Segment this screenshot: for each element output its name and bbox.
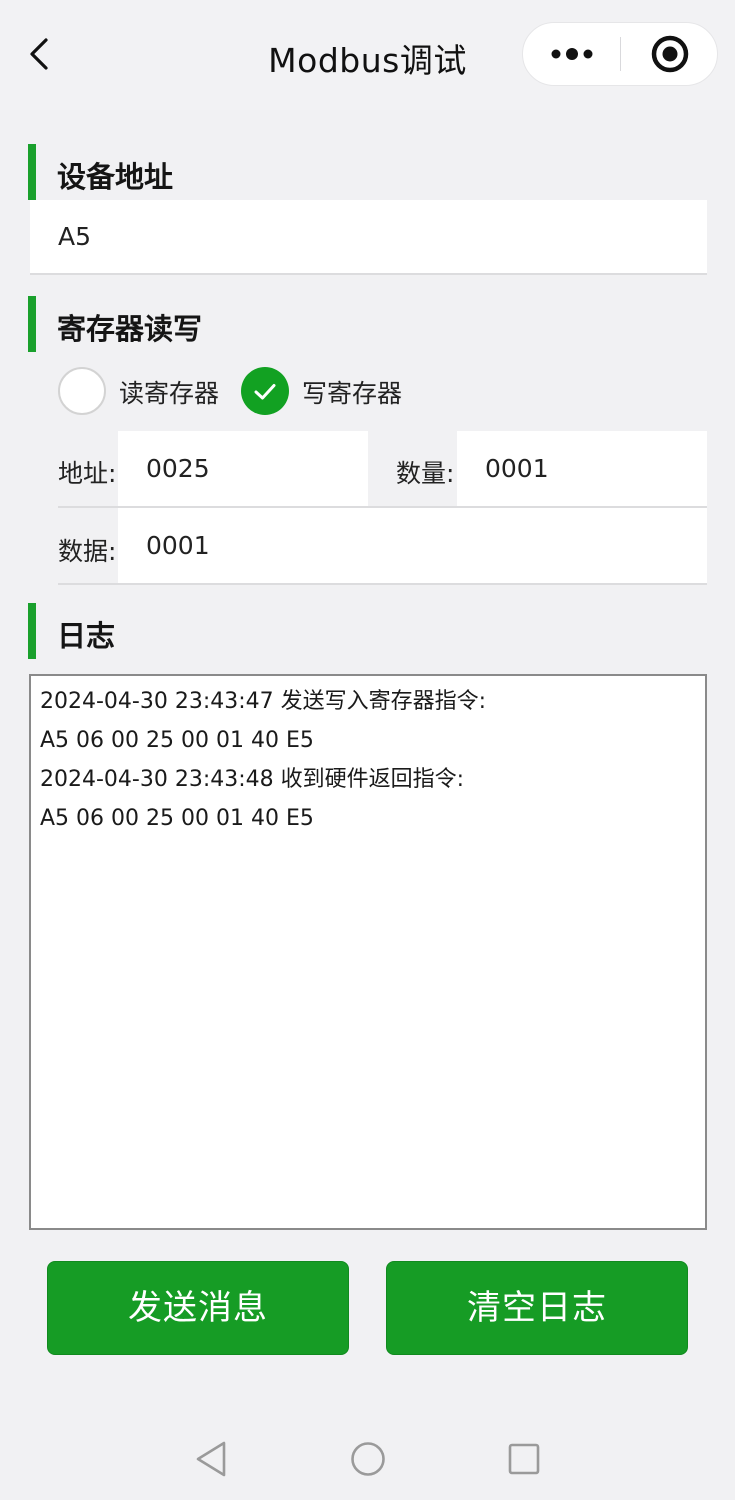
circle-home-icon xyxy=(351,1442,385,1476)
register-data-input[interactable] xyxy=(146,508,695,583)
row-divider xyxy=(58,583,707,585)
log-textarea[interactable]: 2024-04-30 23:43:47 发送写入寄存器指令: A5 06 00 … xyxy=(29,674,707,1230)
square-recent-icon xyxy=(508,1443,540,1475)
section-accent-bar xyxy=(28,144,36,200)
register-address-field[interactable] xyxy=(118,431,368,506)
more-dots-icon xyxy=(551,48,593,60)
section-accent-bar xyxy=(28,603,36,659)
register-count-field[interactable] xyxy=(457,431,707,506)
close-mini-program-button[interactable] xyxy=(621,23,717,85)
triangle-back-icon xyxy=(196,1441,226,1477)
system-recent-apps-button[interactable] xyxy=(501,1436,547,1482)
device-address-field[interactable] xyxy=(30,200,707,275)
navigation-bar: Modbus调试 xyxy=(0,0,735,110)
system-navigation-bar xyxy=(0,1410,735,1500)
radio-checked xyxy=(241,367,289,415)
send-message-button[interactable]: 发送消息 xyxy=(47,1261,349,1355)
device-address-header: 设备地址 xyxy=(28,144,708,200)
log-line: 2024-04-30 23:43:47 发送写入寄存器指令: xyxy=(40,689,487,714)
log-title: 日志 xyxy=(57,619,116,653)
register-count-label: 数量: xyxy=(396,459,455,488)
device-address-input[interactable] xyxy=(58,200,678,273)
radio-write-label: 写寄存器 xyxy=(302,379,403,408)
check-icon xyxy=(254,384,276,400)
system-back-button[interactable] xyxy=(188,1436,234,1482)
system-home-button[interactable] xyxy=(345,1436,391,1482)
radio-unchecked-icon xyxy=(58,367,106,415)
more-button[interactable] xyxy=(523,23,620,85)
target-circle-icon xyxy=(651,35,689,73)
section-accent-bar xyxy=(28,296,36,352)
register-data-label: 数据: xyxy=(58,537,117,566)
log-line: A5 06 00 25 00 01 40 E5 xyxy=(40,728,314,753)
log-line: A5 06 00 25 00 01 40 E5 xyxy=(40,806,314,831)
mini-program-capsule xyxy=(522,22,718,86)
register-rw-title: 寄存器读写 xyxy=(57,312,203,346)
register-address-input[interactable] xyxy=(146,431,356,506)
device-address-title: 设备地址 xyxy=(57,160,174,194)
register-count-input[interactable] xyxy=(485,431,695,506)
register-address-label: 地址: xyxy=(58,459,117,488)
log-line: 2024-04-30 23:43:48 收到硬件返回指令: xyxy=(40,767,465,792)
clear-log-button[interactable]: 清空日志 xyxy=(386,1261,688,1355)
radio-write-register[interactable]: 写寄存器 xyxy=(241,366,416,418)
register-data-field[interactable] xyxy=(118,508,707,583)
register-rw-header: 寄存器读写 xyxy=(28,296,708,352)
log-header: 日志 xyxy=(28,603,708,659)
radio-read-label: 读寄存器 xyxy=(119,379,220,408)
radio-read-register[interactable]: 读寄存器 xyxy=(58,366,233,418)
